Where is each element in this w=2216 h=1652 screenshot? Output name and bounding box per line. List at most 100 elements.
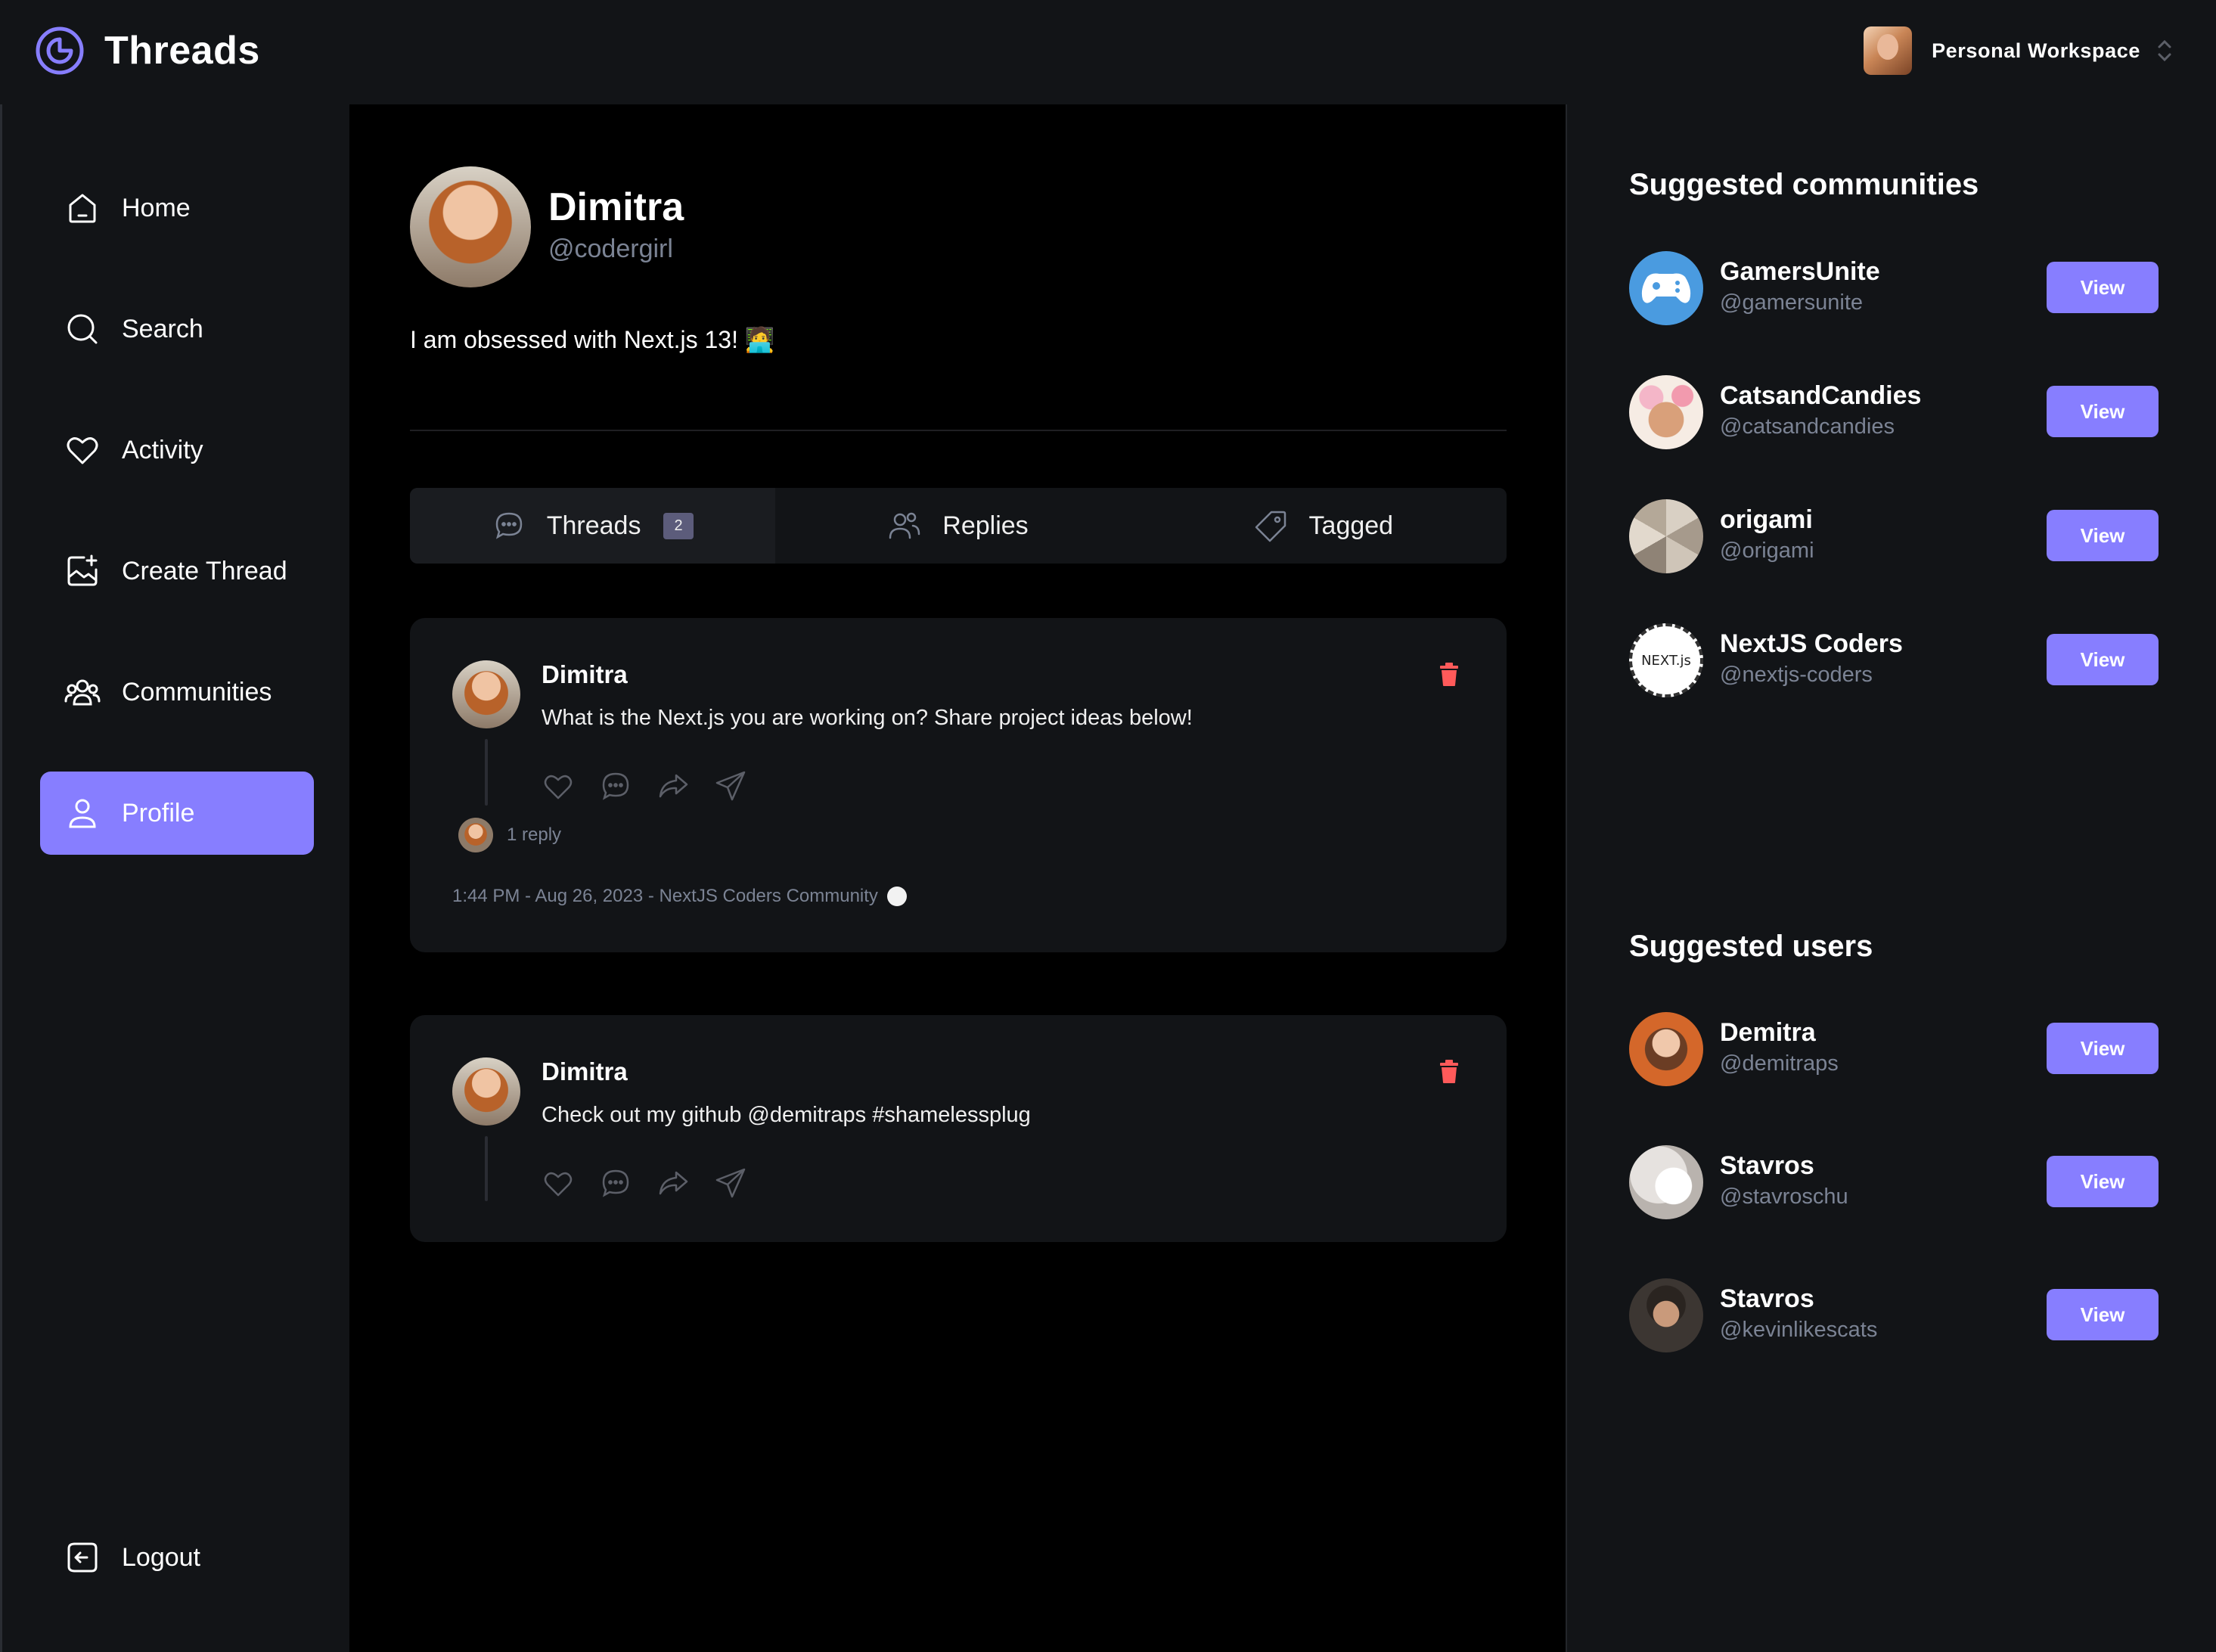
reply-icon[interactable] bbox=[599, 1166, 632, 1200]
view-button[interactable]: View bbox=[2047, 1156, 2159, 1207]
community-item: GamersUnite @gamersunite View bbox=[1629, 251, 2159, 327]
sidebar-item-create-thread[interactable]: Create Thread bbox=[40, 529, 314, 613]
workspace-switcher[interactable]: Personal Workspace bbox=[1864, 26, 2174, 76]
community-name: origami bbox=[1720, 505, 1813, 534]
suggested-communities-title: Suggested communities bbox=[1629, 168, 1979, 201]
user-name: Stavros bbox=[1720, 1151, 1814, 1180]
tab-label: Threads bbox=[546, 511, 641, 540]
tab-replies[interactable]: Replies bbox=[775, 488, 1141, 564]
thread-count-badge: 2 bbox=[663, 512, 694, 539]
workspace-avatar bbox=[1864, 26, 1913, 75]
share-icon[interactable] bbox=[714, 1166, 747, 1200]
sidebar-item-label: Search bbox=[122, 314, 203, 343]
reply-icon[interactable] bbox=[599, 769, 632, 803]
sidebar-item-activity[interactable]: Activity bbox=[40, 408, 314, 492]
workspace-label: Personal Workspace bbox=[1932, 39, 2140, 62]
tab-threads[interactable]: Threads 2 bbox=[410, 488, 776, 564]
thread-card: Dimitra Check out my github @demitraps #… bbox=[410, 1015, 1507, 1242]
thread-line bbox=[485, 1136, 488, 1201]
community-item: origami @origami View bbox=[1629, 499, 2159, 575]
heart-icon[interactable] bbox=[542, 1166, 575, 1200]
thread-line bbox=[485, 739, 488, 806]
profile-name: Dimitra bbox=[548, 185, 684, 229]
profile-handle: @codergirl bbox=[548, 234, 673, 263]
view-button[interactable]: View bbox=[2047, 510, 2159, 561]
profile-bio: I am obsessed with Next.js 13! 🧑‍💻 bbox=[410, 326, 775, 353]
tab-label: Replies bbox=[942, 511, 1029, 540]
suggested-users-title: Suggested users bbox=[1629, 930, 1873, 963]
community-item: NEXT.js NextJS Coders @nextjs-coders Vie… bbox=[1629, 623, 2159, 699]
sidebar-item-home[interactable]: Home bbox=[40, 166, 314, 250]
author-name[interactable]: Dimitra bbox=[542, 660, 628, 689]
user-name: Stavros bbox=[1720, 1284, 1814, 1313]
community-item: CatsandCandies @catsandcandies View bbox=[1629, 375, 2159, 451]
community-name: CatsandCandies bbox=[1720, 381, 1922, 410]
reply-count: 1 reply bbox=[507, 824, 562, 845]
delete-icon[interactable] bbox=[1435, 660, 1463, 688]
tab-label: Tagged bbox=[1308, 511, 1394, 540]
threads-logo-icon bbox=[36, 26, 84, 75]
repost-icon[interactable] bbox=[656, 769, 690, 803]
user-icon bbox=[69, 799, 96, 828]
nextjs-logo-text: NEXT.js bbox=[1641, 652, 1691, 669]
sidebar-item-search[interactable]: Search bbox=[40, 287, 314, 371]
sidebar-item-profile[interactable]: Profile bbox=[40, 772, 314, 855]
user-avatar bbox=[1629, 1145, 1703, 1219]
top-bar: Threads Personal Workspace bbox=[0, 0, 2216, 104]
user-handle: @demitraps bbox=[1720, 1051, 1839, 1076]
community-avatar bbox=[1629, 499, 1703, 573]
thread-meta[interactable]: 1:44 PM - Aug 26, 2023 - NextJS Coders C… bbox=[452, 886, 907, 907]
community-handle: @nextjs-coders bbox=[1720, 663, 1873, 687]
view-button[interactable]: View bbox=[2047, 634, 2159, 685]
community-name: NextJS Coders bbox=[1720, 629, 1903, 658]
author-name[interactable]: Dimitra bbox=[542, 1057, 628, 1086]
view-button[interactable]: View bbox=[2047, 1289, 2159, 1340]
user-handle: @stavroschu bbox=[1720, 1185, 1848, 1209]
view-button[interactable]: View bbox=[2047, 386, 2159, 437]
communities-icon bbox=[64, 679, 101, 706]
logout-icon bbox=[67, 1542, 98, 1573]
right-sidebar: Suggested communities GamersUnite @gamer… bbox=[1566, 104, 2216, 1652]
sidebar-item-label: Profile bbox=[122, 798, 195, 828]
thread-text: Check out my github @demitraps #shameles… bbox=[542, 1103, 1031, 1127]
reply-avatar bbox=[458, 818, 493, 852]
tag-icon bbox=[1255, 511, 1286, 542]
repost-icon[interactable] bbox=[656, 1166, 690, 1200]
tab-tagged[interactable]: Tagged bbox=[1141, 488, 1507, 564]
main-content: Dimitra @codergirl I am obsessed with Ne… bbox=[349, 104, 1566, 1652]
view-button[interactable]: View bbox=[2047, 1023, 2159, 1074]
heart-icon bbox=[67, 437, 98, 464]
community-handle: @gamersunite bbox=[1720, 290, 1864, 315]
create-thread-icon bbox=[67, 554, 98, 586]
brand[interactable]: Threads bbox=[35, 24, 260, 77]
sidebar-item-label: Activity bbox=[122, 435, 203, 464]
community-avatar bbox=[886, 887, 907, 906]
heart-icon[interactable] bbox=[542, 769, 575, 803]
logout-button[interactable]: Logout bbox=[40, 1516, 314, 1599]
author-avatar[interactable] bbox=[452, 660, 520, 728]
community-handle: @catsandcandies bbox=[1720, 415, 1895, 439]
home-icon bbox=[69, 194, 96, 223]
thread-text: What is the Next.js you are working on? … bbox=[542, 706, 1193, 730]
community-avatar bbox=[1629, 375, 1703, 449]
community-handle: @origami bbox=[1720, 539, 1814, 563]
sidebar-item-communities[interactable]: Communities bbox=[40, 651, 314, 734]
user-avatar bbox=[1629, 1278, 1703, 1352]
members-icon bbox=[889, 512, 920, 539]
left-sidebar: Home Search Activity Create Thread Commu… bbox=[0, 104, 349, 1652]
logout-label: Logout bbox=[122, 1542, 200, 1572]
delete-icon[interactable] bbox=[1435, 1057, 1463, 1085]
chevron-up-down-icon bbox=[2158, 39, 2171, 62]
gamepad-icon bbox=[1641, 273, 1691, 303]
user-avatar bbox=[1629, 1012, 1703, 1086]
user-name: Demitra bbox=[1720, 1018, 1816, 1047]
sidebar-item-label: Home bbox=[122, 193, 191, 222]
share-icon[interactable] bbox=[714, 769, 747, 803]
profile-tabs: Threads 2 Replies Tagged bbox=[410, 488, 1507, 564]
chat-bubble-icon bbox=[495, 512, 522, 539]
reply-summary[interactable]: 1 reply bbox=[458, 818, 561, 852]
thread-actions bbox=[542, 1166, 771, 1200]
author-avatar[interactable] bbox=[452, 1057, 520, 1126]
view-button[interactable]: View bbox=[2047, 262, 2159, 313]
community-avatar: NEXT.js bbox=[1629, 623, 1703, 697]
